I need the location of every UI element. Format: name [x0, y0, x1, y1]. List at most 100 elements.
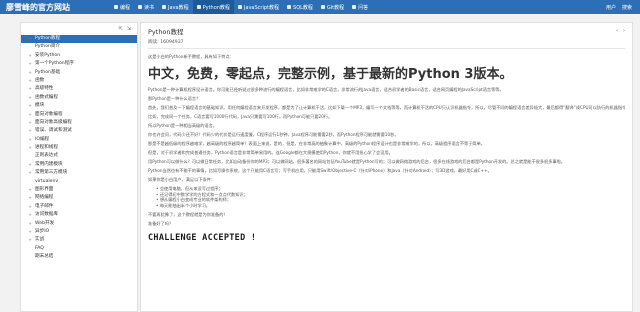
sidebar-item[interactable]: + IO编程	[21, 136, 137, 144]
collapse-icon[interactable]: ⇱	[119, 26, 123, 35]
sidebar-item[interactable]: 期末总结	[21, 253, 137, 261]
main-content: Python教程 ‹ › 阅读: 16094937 这是小白的Python新手教…	[140, 22, 633, 312]
sidebar-item-label: 第一个Python程序	[35, 61, 74, 67]
sidebar-item[interactable]: + Python基础	[21, 69, 137, 77]
sidebar-item-label: 错误、调试和测试	[35, 128, 72, 134]
sidebar-item[interactable]: − Python教程	[21, 35, 137, 44]
expand-toggle-icon[interactable]: +	[25, 203, 35, 211]
expand-toggle-icon[interactable]: +	[25, 69, 35, 77]
sidebar-item[interactable]: + 面向对象高级编程	[21, 119, 137, 127]
book-icon	[114, 5, 118, 9]
expand-toggle-icon[interactable]: +	[25, 220, 35, 228]
expand-toggle-icon[interactable]: +	[25, 60, 35, 68]
sidebar-item-label: Web开发	[35, 220, 55, 226]
nav-item-label: Java教程	[168, 4, 189, 11]
challenge-accepted-banner: CHALLENGE ACCEPTED !	[148, 233, 257, 244]
sidebar-item-label: 电子邮件	[35, 203, 54, 209]
sidebar-item[interactable]: + 函数式编程	[21, 94, 137, 102]
sidebar-item[interactable]: + 错误、调试和测试	[21, 127, 137, 135]
expand-toggle-icon[interactable]: +	[25, 136, 35, 144]
nav-item-6[interactable]: Git教程	[317, 0, 348, 14]
expand-toggle-icon[interactable]: −	[25, 35, 35, 43]
sidebar-item[interactable]: virtualenv	[21, 178, 137, 186]
expand-toggle-icon[interactable]: +	[25, 102, 35, 110]
sidebar-item[interactable]: + 常用内建模块	[21, 161, 137, 169]
nav-item-2[interactable]: Java教程	[158, 0, 193, 14]
sidebar-item-label: 函数式编程	[35, 94, 58, 100]
expand-toggle-icon[interactable]: +	[25, 94, 35, 102]
sidebar-item[interactable]: Python简介	[21, 43, 137, 51]
nav-item-label: 读书	[144, 4, 155, 11]
sidebar-item[interactable]: + 访问数据库	[21, 211, 137, 219]
nav-item-3[interactable]: Python教程	[192, 0, 234, 14]
expand-toggle-icon[interactable]: +	[25, 119, 35, 127]
sidebar-item[interactable]: + 异步IO	[21, 228, 137, 236]
nav-item-7[interactable]: 问答	[348, 0, 372, 14]
expand-toggle-icon[interactable]: +	[25, 169, 35, 177]
site-brand[interactable]: 廖雪峰的官方网站	[0, 2, 110, 13]
sidebar-item[interactable]: FAQ	[21, 245, 137, 253]
paragraph: 那是不是越低级的程序越难学，越高级的程序越简单？表面上来说，是的，但是，在非常高…	[148, 141, 485, 146]
expand-toggle-icon[interactable]: +	[25, 186, 35, 194]
top-right-tools: 用户 搜索	[606, 4, 640, 11]
sidebar-item[interactable]: + 高级特性	[21, 85, 137, 93]
expand-toggle-icon[interactable]: +	[25, 52, 35, 60]
paragraph: 比如，完成同一个任务，C语言要写1000行代码，Java只需要写100行，而Py…	[148, 114, 333, 119]
expand-toggle-icon[interactable]: +	[25, 228, 35, 236]
sidebar-item[interactable]: + 进程和线程	[21, 144, 137, 152]
user-link[interactable]: 用户	[606, 4, 616, 11]
prev-icon[interactable]: ‹	[616, 28, 618, 34]
expand-toggle-icon[interactable]: +	[25, 211, 35, 219]
nav-item-1[interactable]: 读书	[134, 0, 158, 14]
paragraph: 你也许会问，代码少还不好？代码少的代价是运行速度慢，C程序运行1秒钟，Java程…	[148, 132, 399, 137]
paragraph: 用Python可以做什么？可以做日常任务，比如自动备份你的MP3；可以做网站，很…	[148, 159, 565, 164]
python-icon	[196, 5, 201, 9]
expand-toggle-icon[interactable]: +	[25, 236, 35, 244]
sidebar-item[interactable]: + 电子邮件	[21, 203, 137, 211]
javascript-icon	[237, 5, 242, 9]
paragraph: Python是一种计算机程序设计语言。你可能已经听说过很多种流行的编程语言，比如…	[148, 87, 504, 92]
sidebar-item[interactable]: + 图形界面	[21, 186, 137, 194]
nav-item-label: 编程	[120, 4, 131, 11]
sidebar-item[interactable]: + 网络编程	[21, 194, 137, 202]
nav-item-0[interactable]: 编程	[110, 0, 134, 14]
git-icon	[320, 5, 325, 9]
expand-toggle-icon[interactable]: +	[25, 77, 35, 85]
sidebar-item[interactable]: + 模块	[21, 102, 137, 110]
paragraph: 如果你是小白用户，满足以下条件：	[148, 177, 216, 182]
requirement-list: 会使用电脑，但从来没写过程序；还记得初中数学学的方程式和一点点代数知识；想从编程…	[156, 186, 625, 208]
sidebar-item-label: 网络编程	[35, 195, 54, 201]
sidebar-item[interactable]: + Web开发	[21, 220, 137, 228]
sidebar-item-label: 常用内建模块	[35, 161, 63, 167]
nav-item-label: JavaScript教程	[243, 4, 280, 11]
expand-icon[interactable]: ⇲	[127, 26, 131, 35]
intro-text: 这是小白的Python新手教程，具有如下特点：	[148, 54, 234, 59]
expand-toggle-icon[interactable]: +	[25, 127, 35, 135]
article-body: Python是一种计算机程序设计语言。你可能已经听说过很多种流行的编程语言，比如…	[148, 87, 625, 183]
sidebar-item[interactable]: + 函数	[21, 77, 137, 85]
sidebar-item-label: 进程和线程	[35, 145, 58, 151]
paragraph: Python当然也有不能干的事情，比如写操作系统，这个只能用C语言写；写手机应用…	[148, 168, 492, 173]
sidebar-item[interactable]: + 实战	[21, 236, 137, 244]
sidebar-item-label: 访问数据库	[35, 212, 58, 218]
sidebar-item[interactable]: + 第一个Python程序	[21, 60, 137, 68]
sidebar-item[interactable]: + 常用第三方模块	[21, 169, 137, 177]
reading-icon	[138, 5, 143, 9]
next-icon[interactable]: ›	[623, 28, 625, 34]
expand-toggle-icon[interactable]: +	[25, 144, 35, 152]
expand-toggle-icon[interactable]: +	[25, 194, 35, 202]
read-count: 阅读: 16094937	[148, 40, 184, 45]
sidebar-item-label: 常用第三方模块	[35, 170, 68, 176]
search-link[interactable]: 搜索	[622, 4, 632, 11]
paragraph: 但是，对于初学者和完成普通任务，Python语言是非常简单易用的。连Google…	[148, 150, 393, 155]
sidebar-item-label: 函数	[35, 77, 45, 83]
expand-toggle-icon[interactable]: +	[25, 111, 35, 119]
sidebar-item[interactable]: 正则表达式	[21, 152, 137, 160]
expand-toggle-icon[interactable]: +	[25, 85, 35, 93]
expand-toggle-icon[interactable]: +	[25, 161, 35, 169]
sidebar-item[interactable]: + 面向对象编程	[21, 111, 137, 119]
nav-item-5[interactable]: SQL教程	[283, 0, 317, 14]
sidebar-item[interactable]: + 安装Python	[21, 52, 137, 60]
nav-item-label: SQL教程	[293, 4, 313, 11]
nav-item-4[interactable]: JavaScript教程	[234, 0, 283, 14]
